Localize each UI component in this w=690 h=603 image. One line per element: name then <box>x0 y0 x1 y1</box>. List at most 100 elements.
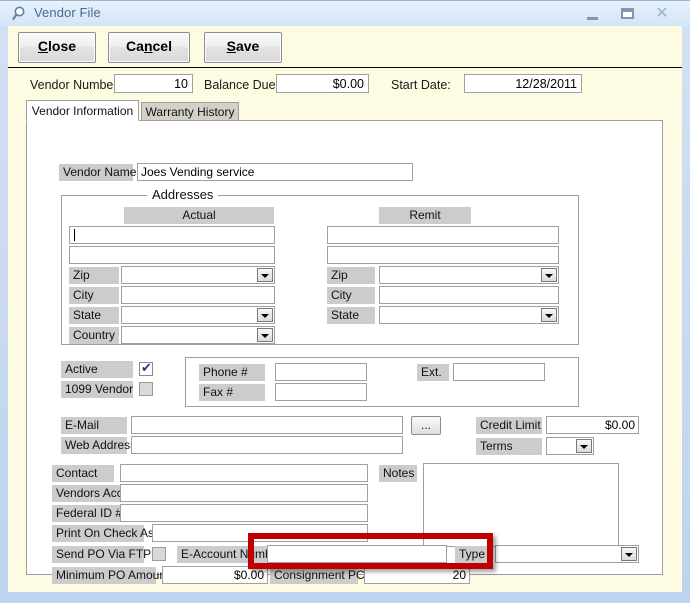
minimize-icon <box>586 17 598 20</box>
cancel-button-label: cel <box>152 38 172 54</box>
vendors-acct-field[interactable] <box>120 484 368 502</box>
client-area: Close Cancel Save Vendor Number 10 Balan… <box>8 26 682 592</box>
credit-limit-field[interactable]: $0.00 <box>546 416 639 434</box>
chevron-down-icon[interactable] <box>541 308 557 322</box>
title-bar: Vendor File ✕ <box>0 0 690 26</box>
vendor-name-label: Vendor Name <box>59 164 136 181</box>
print-on-check-field[interactable] <box>152 524 368 542</box>
save-button[interactable]: Save <box>204 32 282 63</box>
vendor-name-field[interactable]: Joes Vending service <box>137 163 413 181</box>
close-icon: ✕ <box>655 5 669 22</box>
chevron-down-icon[interactable] <box>541 268 557 282</box>
close-window-button[interactable]: ✕ <box>648 4 676 24</box>
fax-field[interactable] <box>275 383 367 401</box>
start-date-label: Start Date: <box>391 78 451 92</box>
ext-label: Ext. <box>417 364 449 381</box>
eaccount-number-label: E-Account Number <box>177 546 282 563</box>
web-address-label: Web Address <box>61 437 136 454</box>
vendor-information-panel: Vendor Name Joes Vending service Address… <box>26 120 663 584</box>
eaccount-number-field[interactable] <box>267 545 447 563</box>
tab-warranty-history[interactable]: Warranty History <box>141 102 239 121</box>
actual-address-line1-field[interactable] <box>69 226 275 244</box>
fax-label: Fax # <box>199 384 265 401</box>
actual-zip-combo[interactable] <box>121 266 275 284</box>
send-po-ftp-label: Send PO Via FTP ? <box>52 546 161 563</box>
chevron-down-icon[interactable] <box>621 547 637 561</box>
contact-label: Contact <box>52 465 114 482</box>
minimum-po-amount-field[interactable]: $0.00 <box>162 566 268 584</box>
close-button[interactable]: Close <box>18 32 96 63</box>
actual-state-combo[interactable] <box>121 306 275 324</box>
chevron-down-icon[interactable] <box>257 308 273 322</box>
terms-combo[interactable] <box>546 437 594 455</box>
chevron-down-icon[interactable] <box>257 268 273 282</box>
phone-field[interactable] <box>275 363 367 381</box>
cancel-button-accel: n <box>143 38 153 54</box>
remit-state-combo[interactable] <box>379 306 559 324</box>
save-button-accel: S <box>226 38 236 54</box>
maximize-button[interactable] <box>613 4 641 24</box>
notes-label: Notes <box>379 465 417 482</box>
cancel-button-prefix: Ca <box>126 38 144 54</box>
start-date-field[interactable]: 12/28/2011 <box>464 74 582 93</box>
remit-address-line1-field[interactable] <box>327 226 559 244</box>
credit-limit-label: Credit Limit <box>476 417 542 434</box>
remit-column-header: Remit <box>379 207 471 224</box>
actual-country-label: Country <box>69 327 119 344</box>
remit-city-label: City <box>327 287 375 304</box>
email-browse-button[interactable]: ... <box>411 416 441 435</box>
chevron-down-icon[interactable] <box>257 328 273 342</box>
text-caret <box>74 229 75 241</box>
notes-field[interactable] <box>423 463 619 547</box>
vendor-1099-checkbox[interactable] <box>139 382 153 396</box>
tab-bar: Vendor Information Warranty History <box>26 100 676 121</box>
terms-label: Terms <box>476 438 542 455</box>
magnifier-icon <box>12 5 30 23</box>
actual-zip-label: Zip <box>69 267 119 284</box>
vendors-acct-label: Vendors Acct # <box>52 485 136 502</box>
header-fields-row: Vendor Number 10 Balance Due: $0.00 Star… <box>8 72 682 100</box>
maximize-icon <box>620 8 634 19</box>
window-title: Vendor File <box>34 5 101 20</box>
actual-address-line2-field[interactable] <box>69 246 275 264</box>
addresses-group-title: Addresses <box>147 187 219 202</box>
web-address-field[interactable] <box>131 436 403 454</box>
remit-zip-label: Zip <box>327 267 375 284</box>
send-po-ftp-checkbox[interactable] <box>152 547 166 561</box>
remit-city-field[interactable] <box>379 286 559 304</box>
close-button-label: lose <box>48 38 77 54</box>
actual-city-label: City <box>69 287 119 304</box>
vendor-number-field[interactable]: 10 <box>114 74 193 93</box>
minimum-po-amount-label: Minimum PO Amount <box>52 567 169 584</box>
type-label: Type <box>455 546 491 563</box>
actual-country-combo[interactable] <box>121 326 275 344</box>
balance-due-field[interactable]: $0.00 <box>276 74 369 93</box>
type-combo[interactable] <box>495 545 639 563</box>
vendor-number-label: Vendor Number <box>30 78 118 92</box>
federal-id-field[interactable] <box>120 504 368 522</box>
tab-vendor-information[interactable]: Vendor Information <box>26 100 139 121</box>
chevron-down-icon[interactable] <box>576 439 592 453</box>
vendor-file-window: Vendor File ✕ Close Cancel Save Vendor N… <box>0 0 690 603</box>
active-label: Active <box>61 361 133 378</box>
toolbar: Close Cancel Save <box>8 26 682 66</box>
actual-state-label: State <box>69 307 119 324</box>
ext-field[interactable] <box>453 363 545 381</box>
active-checkbox[interactable] <box>139 360 153 376</box>
toolbar-separator <box>8 67 682 68</box>
consignment-pct-field[interactable]: 20 <box>364 566 470 584</box>
print-on-check-label: Print On Check As <box>52 525 154 542</box>
close-button-accel: C <box>37 38 49 54</box>
remit-address-line2-field[interactable] <box>327 246 559 264</box>
remit-zip-combo[interactable] <box>379 266 559 284</box>
remit-state-label: State <box>327 307 375 324</box>
save-button-label: ave <box>235 38 260 54</box>
contact-field[interactable] <box>120 464 368 482</box>
email-field[interactable] <box>131 416 403 434</box>
actual-city-field[interactable] <box>121 286 275 304</box>
balance-due-label: Balance Due: <box>204 78 280 92</box>
actual-column-header: Actual <box>124 207 274 224</box>
email-label: E-Mail <box>61 417 127 434</box>
minimize-button[interactable] <box>578 4 606 24</box>
cancel-button[interactable]: Cancel <box>108 32 190 63</box>
